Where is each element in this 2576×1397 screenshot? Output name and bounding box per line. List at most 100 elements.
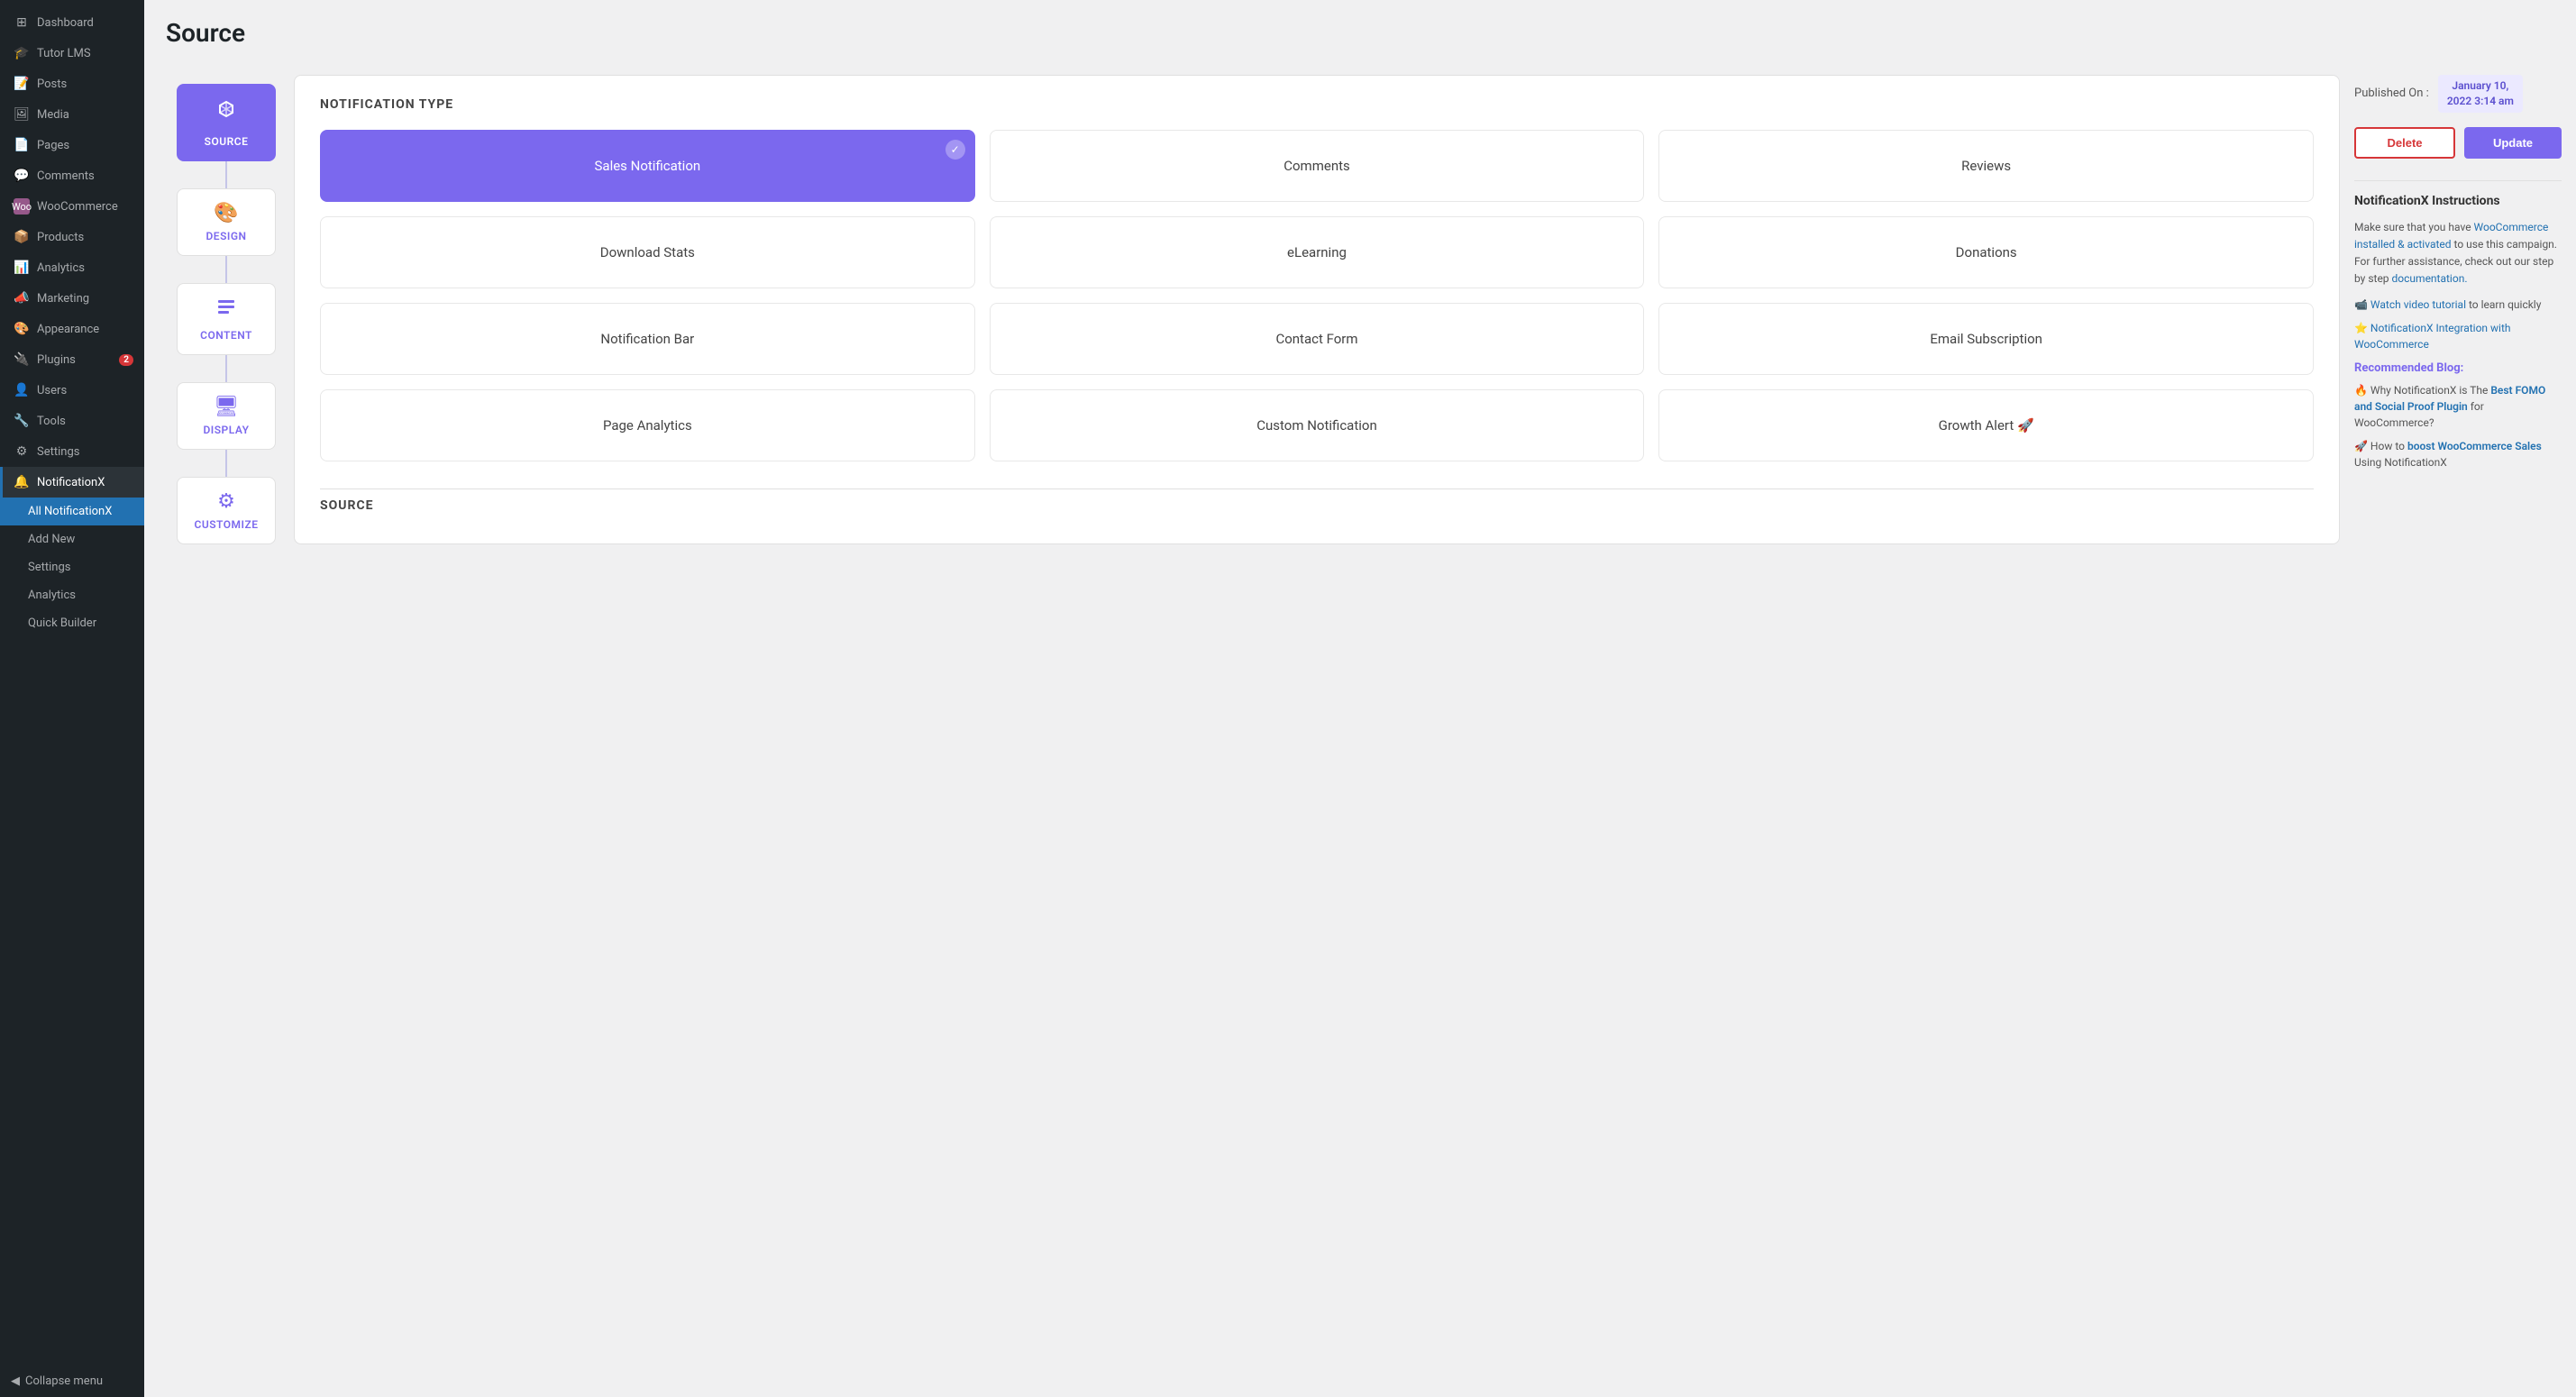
users-icon: 👤: [14, 382, 30, 398]
update-button[interactable]: Update: [2464, 127, 2562, 159]
sidebar-item-appearance[interactable]: 🎨 Appearance: [0, 314, 144, 344]
step-content-icon: [187, 297, 266, 324]
sidebar-item-analytics[interactable]: 📊 Analytics: [0, 252, 144, 283]
sidebar-item-settings[interactable]: ⚙ Settings: [0, 436, 144, 467]
sidebar-item-tools[interactable]: 🔧 Tools: [0, 406, 144, 436]
notif-card-custom-notification[interactable]: Custom Notification: [990, 389, 1645, 461]
blog-link-2: 🚀 How to boost WooCommerce Sales Using N…: [2354, 438, 2562, 470]
sidebar-item-plugins[interactable]: 🔌 Plugins 2: [0, 344, 144, 375]
sidebar-item-label: Analytics: [37, 261, 133, 275]
sidebar-item-dashboard[interactable]: ⊞ Dashboard: [0, 7, 144, 38]
action-buttons: Delete Update: [2354, 127, 2562, 159]
sidebar-item-comments[interactable]: 💬 Comments: [0, 160, 144, 191]
notif-card-label: Contact Form: [1275, 331, 1357, 347]
notif-card-growth-alert[interactable]: Growth Alert 🚀: [1658, 389, 2314, 461]
notification-type-title: NOTIFICATION TYPE: [320, 97, 2314, 112]
step-source-icon: [187, 97, 266, 130]
sidebar-item-posts[interactable]: 📝 Posts: [0, 68, 144, 99]
woo-link[interactable]: WooCommerce installed & activated: [2354, 221, 2548, 251]
sidebar-item-label: Products: [37, 231, 133, 244]
sidebar-item-marketing[interactable]: 📣 Marketing: [0, 283, 144, 314]
step-display[interactable]: 🖥 DISPLAY: [177, 382, 276, 450]
tutor-lms-icon: 🎓: [14, 45, 30, 61]
notif-card-comments[interactable]: Comments: [990, 130, 1645, 202]
sidebar-item-products[interactable]: 📦 Products: [0, 222, 144, 252]
analytics-icon: 📊: [14, 260, 30, 276]
sidebar-item-label: WooCommerce: [37, 200, 133, 214]
sidebar-item-label: NotificationX: [37, 476, 133, 489]
step-sidebar: SOURCE 🎨 DESIGN: [159, 75, 294, 562]
sidebar-subitem-analytics[interactable]: Analytics: [0, 581, 144, 609]
integration-link: ⭐ NotificationX Integration with WooComm…: [2354, 320, 2562, 352]
notif-card-notification-bar[interactable]: Notification Bar: [320, 303, 975, 375]
sidebar-subitem-label: Quick Builder: [28, 616, 133, 630]
step-content[interactable]: CONTENT: [177, 283, 276, 355]
sidebar-subitem-quick-builder[interactable]: Quick Builder: [0, 609, 144, 637]
collapse-menu[interactable]: ◀ Collapse menu: [0, 1365, 144, 1397]
delete-button[interactable]: Delete: [2354, 127, 2455, 159]
right-panel: Published On : January 10,2022 3:14 am D…: [2354, 75, 2562, 478]
sidebar-subitem-label: Add New: [28, 533, 133, 546]
sidebar-item-media[interactable]: 🖼 Media: [0, 99, 144, 130]
sidebar-item-label: Marketing: [37, 292, 133, 306]
watch-video-link: 📹 Watch video tutorial to learn quickly: [2354, 297, 2562, 313]
doc-link[interactable]: documentation.: [2392, 272, 2468, 285]
notif-card-label: Custom Notification: [1256, 417, 1377, 434]
step-source[interactable]: SOURCE: [177, 84, 276, 161]
sidebar-subitem-label: Analytics: [28, 589, 133, 602]
step-design[interactable]: 🎨 DESIGN: [177, 188, 276, 256]
sidebar-item-woocommerce[interactable]: Woo WooCommerce: [0, 191, 144, 222]
notif-card-label: Sales Notification: [595, 158, 701, 174]
notif-card-contact-form[interactable]: Contact Form: [990, 303, 1645, 375]
step-source-label: SOURCE: [187, 135, 266, 148]
sidebar-item-label: Appearance: [37, 323, 133, 336]
notif-card-page-analytics[interactable]: Page Analytics: [320, 389, 975, 461]
page-header: Source: [144, 0, 2576, 75]
notif-card-elearning[interactable]: eLearning: [990, 216, 1645, 288]
sidebar-item-label: Tools: [37, 415, 133, 428]
plugins-icon: 🔌: [14, 352, 30, 368]
published-on-label: Published On :: [2354, 87, 2429, 100]
dashboard-icon: ⊞: [14, 14, 30, 31]
published-date: January 10,2022 3:14 am: [2438, 75, 2523, 113]
sidebar-item-pages[interactable]: 📄 Pages: [0, 130, 144, 160]
settings-icon: ⚙: [14, 443, 30, 460]
blog-link-1: 🔥 Why NotificationX is The Best FOMO and…: [2354, 382, 2562, 431]
notif-card-label: eLearning: [1287, 244, 1347, 260]
step-customize[interactable]: ⚙ CUSTOMIZE: [177, 477, 276, 544]
notif-card-label: Growth Alert 🚀: [1939, 417, 2034, 434]
sidebar-item-label: Posts: [37, 78, 133, 91]
sidebar-subitem-settings[interactable]: Settings: [0, 553, 144, 581]
instructions-title: NotificationX Instructions: [2354, 194, 2562, 208]
posts-icon: 📝: [14, 76, 30, 92]
step-design-label: DESIGN: [187, 230, 266, 242]
pages-icon: 📄: [14, 137, 30, 153]
sidebar-subitem-add-new[interactable]: Add New: [0, 525, 144, 553]
sidebar-item-label: Plugins: [37, 353, 112, 367]
sidebar-item-label: Dashboard: [37, 16, 133, 30]
step-connector-2: [225, 256, 227, 283]
notif-card-label: Download Stats: [600, 244, 695, 260]
notif-card-reviews[interactable]: Reviews: [1658, 130, 2314, 202]
step-connector-4: [225, 450, 227, 477]
notif-card-sales-notification[interactable]: ✓ Sales Notification: [320, 130, 975, 202]
step-customize-label: CUSTOMIZE: [187, 518, 266, 531]
comments-icon: 💬: [14, 168, 30, 184]
tools-icon: 🔧: [14, 413, 30, 429]
sidebar-item-notificationx[interactable]: 🔔 NotificationX: [0, 467, 144, 498]
woocommerce-icon: Woo: [14, 198, 30, 215]
notif-card-label: Donations: [1956, 244, 2017, 260]
notif-card-email-subscription[interactable]: Email Subscription: [1658, 303, 2314, 375]
notif-card-label: Reviews: [1961, 158, 2011, 174]
sidebar-item-label: Pages: [37, 139, 133, 152]
sidebar-subitem-all-notificationx[interactable]: All NotificationX: [0, 498, 144, 525]
media-icon: 🖼: [14, 106, 30, 123]
appearance-icon: 🎨: [14, 321, 30, 337]
notif-card-donations[interactable]: Donations: [1658, 216, 2314, 288]
collapse-icon: ◀: [11, 1374, 20, 1388]
notif-card-label: Page Analytics: [603, 417, 692, 434]
sidebar-item-users[interactable]: 👤 Users: [0, 375, 144, 406]
notif-card-download-stats[interactable]: Download Stats: [320, 216, 975, 288]
collapse-label: Collapse menu: [25, 1374, 103, 1388]
sidebar-item-tutor-lms[interactable]: 🎓 Tutor LMS: [0, 38, 144, 68]
